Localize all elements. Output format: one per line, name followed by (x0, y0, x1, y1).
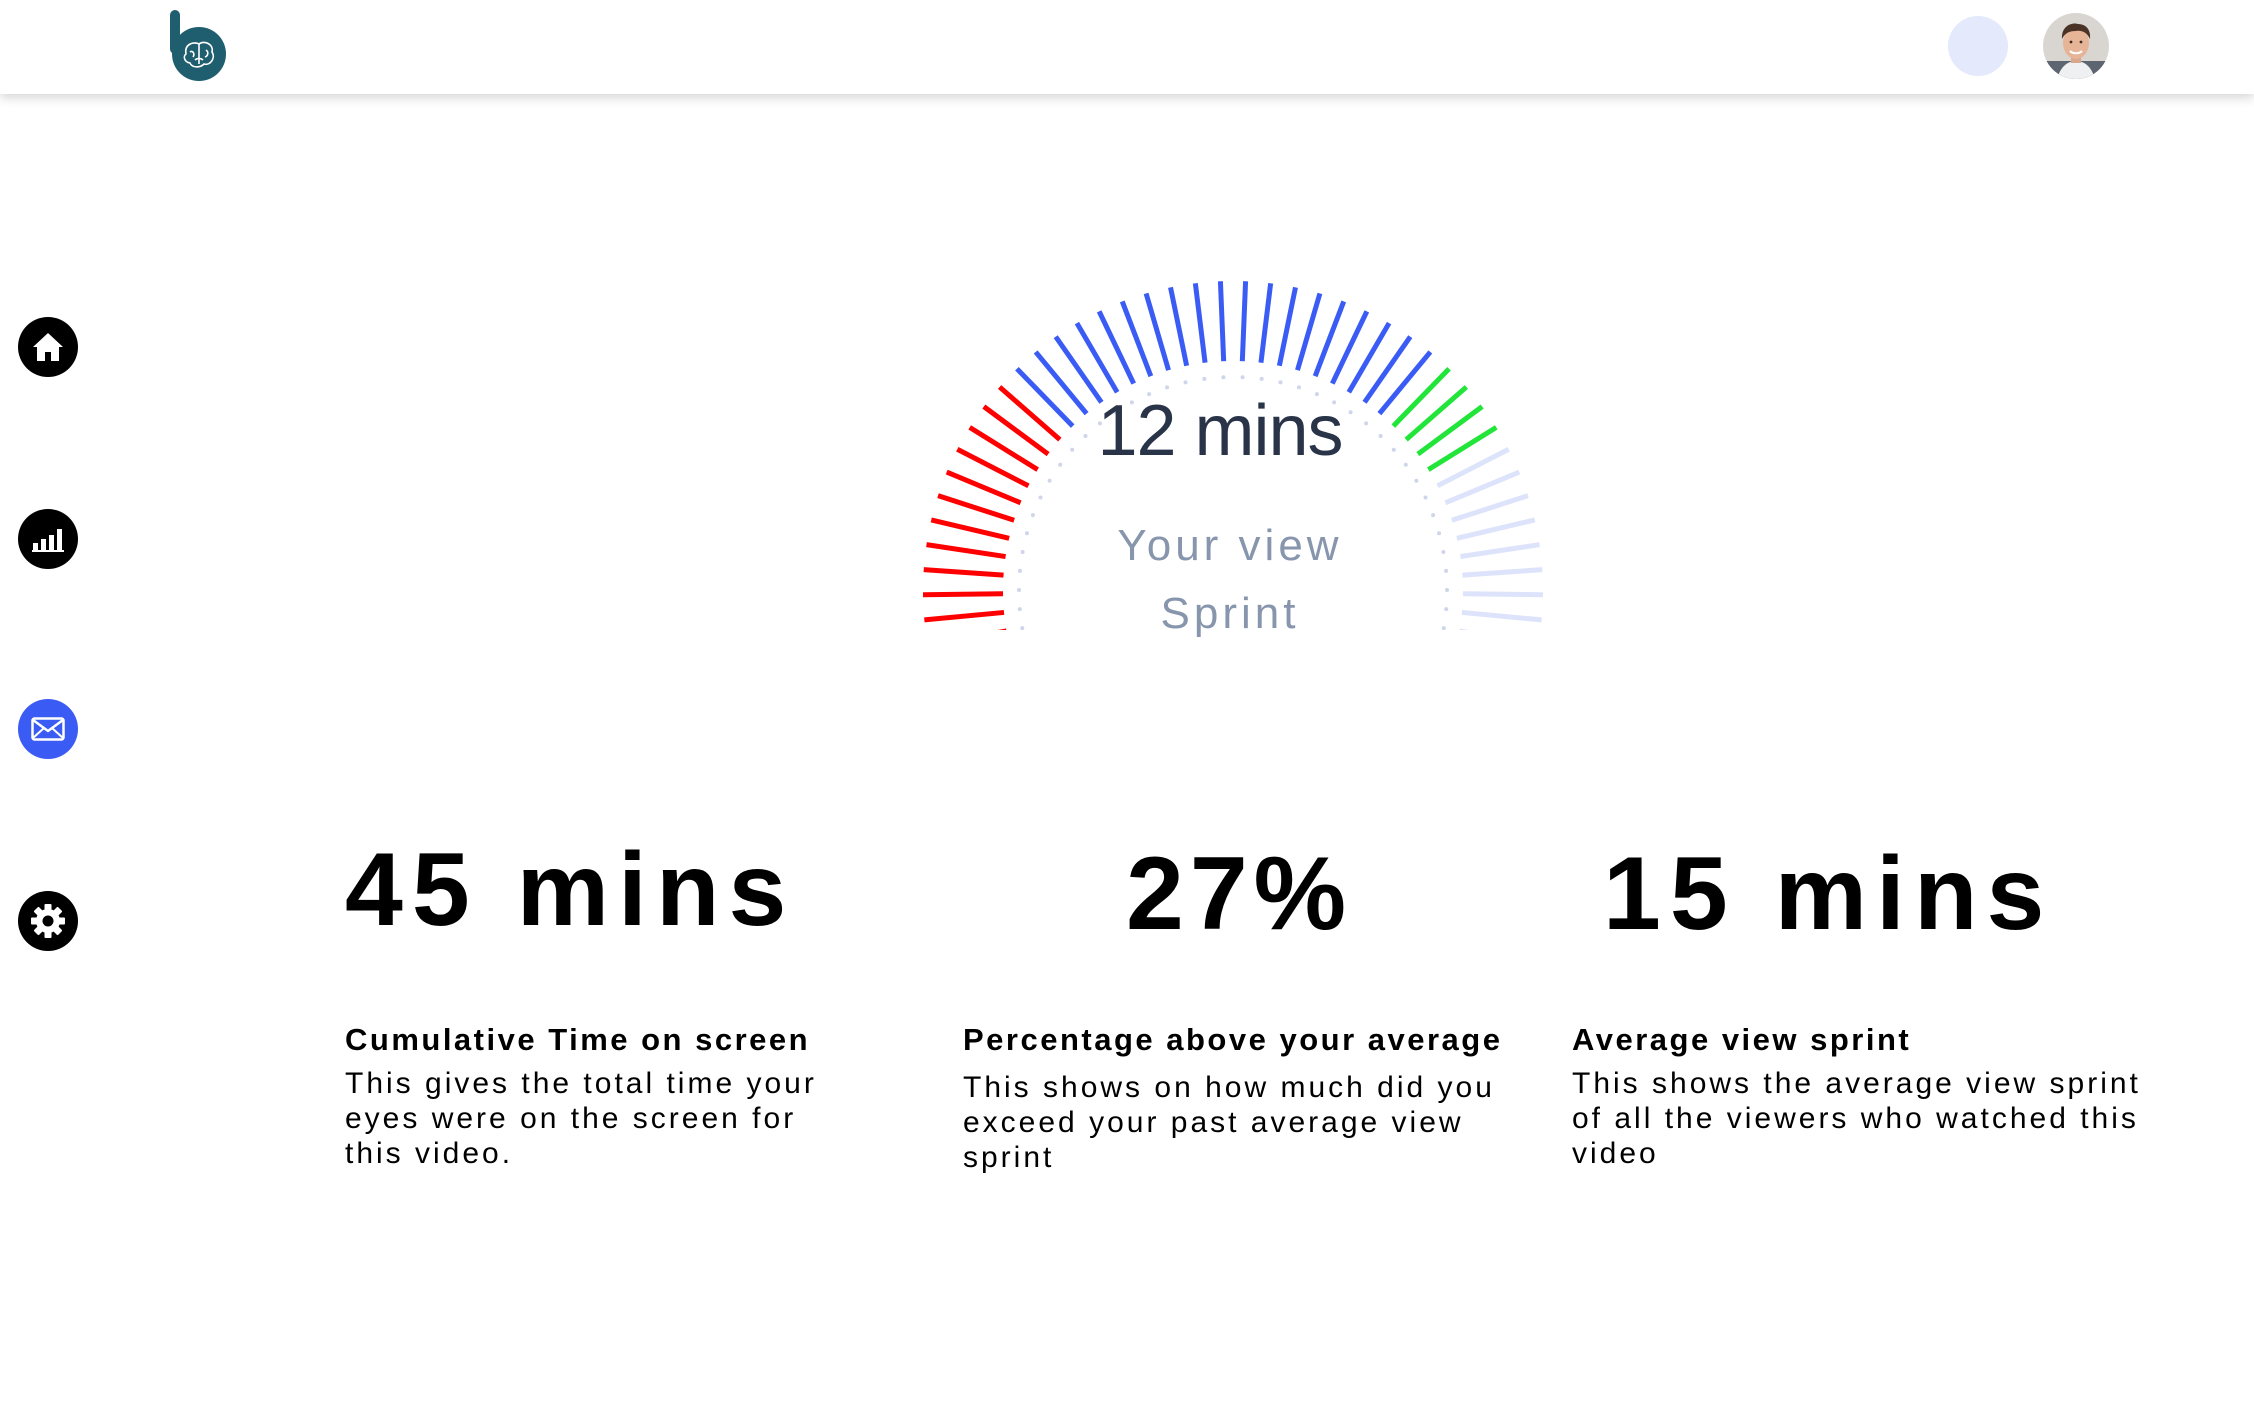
gauge-inner-dot (1030, 513, 1035, 518)
stat-description: This gives the total time your eyes were… (345, 1066, 817, 1171)
home-icon (33, 333, 63, 361)
gauge-tick (930, 517, 1010, 541)
stat-title: Average view sprint (1572, 1022, 1912, 1057)
gauge-label: Your view Sprint (1060, 512, 1400, 648)
gauge-inner-dot (1441, 549, 1446, 554)
gauge-inner-dot (1183, 380, 1188, 385)
gauge-inner-dot (1259, 376, 1264, 381)
gauge-inner-dot (1047, 478, 1052, 483)
gauge-inner-dot (1431, 513, 1436, 518)
stat-description-line: This shows the average view sprint (1572, 1067, 2141, 1100)
sidebar-item-home[interactable] (18, 317, 78, 377)
gauge-inner-dot (1221, 375, 1226, 380)
gauge-inner-dot (1278, 380, 1283, 385)
gauge-tick (1258, 282, 1274, 364)
gauge-inner-dot (1296, 385, 1301, 390)
gauge-tick (937, 493, 1015, 523)
gauge-inner-dot (1017, 588, 1022, 593)
stat-average-value-box: 15 mins (1603, 834, 2053, 954)
stat-value: 45 mins (345, 832, 796, 948)
gauge-inner-dot (1437, 531, 1442, 536)
stat-description-line: sprint (963, 1141, 1055, 1174)
stat-description-line: this video. (345, 1137, 514, 1170)
gauge-inner-dot (1240, 375, 1245, 380)
sidebar-item-settings[interactable] (18, 891, 78, 951)
gauge-tick (1239, 281, 1249, 362)
notification-bubble[interactable] (1948, 16, 2008, 76)
gauge-inner-dot (1017, 568, 1022, 573)
gauge-tick (1192, 282, 1208, 364)
gauge-label-line2: Sprint (1160, 589, 1300, 638)
stat-description-line: This shows on how much did you (963, 1071, 1495, 1104)
gauge-inner-dot (1444, 607, 1449, 612)
gauge-inner-dot (1020, 626, 1025, 630)
brain-logo-icon[interactable] (166, 8, 228, 84)
gauge-inner-dot (1038, 495, 1043, 500)
bar-chart-icon (32, 529, 64, 552)
gauge-inner-dot (1444, 568, 1449, 573)
stat-title: Percentage above your average (963, 1022, 1503, 1057)
stat-description: This shows on how much did you exceed yo… (963, 1070, 1495, 1175)
gauge-tick (1295, 292, 1323, 371)
gauge-tick (1460, 542, 1540, 560)
stat-description: This shows the average view sprint of al… (1572, 1066, 2141, 1171)
stat-description-line: video (1572, 1137, 1659, 1170)
stat-title: Cumulative Time on screen (345, 1022, 811, 1057)
gauge-inner-dot (1414, 478, 1419, 483)
sidebar-item-analytics[interactable] (18, 509, 78, 569)
gauge-tick (1462, 567, 1543, 578)
stat-cumulative-value-box: 45 mins (345, 830, 795, 950)
stat-description-line: exceed your past average view (963, 1106, 1464, 1139)
stat-value: 15 mins (1603, 836, 2054, 952)
gauge-tick (1143, 292, 1171, 371)
stat-percentage-value-box: 27% (1126, 834, 1352, 954)
top-bar (0, 0, 2254, 94)
gauge-inner-dot (1165, 385, 1170, 390)
gauge-inner-dot (1024, 531, 1029, 536)
gauge-tick (1461, 609, 1542, 623)
gauge-inner-dot (1441, 626, 1446, 630)
gauge-tick (1276, 286, 1298, 367)
gauge-tick (1168, 286, 1190, 367)
gauge-tick (926, 542, 1006, 560)
gauge-inner-dot (1020, 549, 1025, 554)
gauge-inner-dot (1423, 495, 1428, 500)
gauge-tick (922, 591, 1004, 598)
user-avatar[interactable] (2043, 13, 2109, 79)
gauge-label-line1: Your view (1117, 521, 1343, 570)
mail-icon (31, 717, 65, 741)
gear-icon (31, 904, 65, 938)
stat-description-line: of all the viewers who watched this (1572, 1102, 2139, 1135)
gauge-tick (924, 609, 1005, 623)
gauge-inner-dot (1017, 607, 1022, 612)
gauge-tick (1456, 517, 1536, 541)
gauge-tick (1217, 281, 1227, 362)
stat-description-line: This gives the total time your (345, 1067, 817, 1100)
stat-value: 27% (1126, 836, 1353, 952)
gauge-value: 12 mins (1097, 391, 1343, 471)
gauge-inner-dot (1202, 376, 1207, 381)
gauge-tick (923, 567, 1004, 578)
gauge-tick (1451, 493, 1529, 523)
stat-description-line: eyes were on the screen for (345, 1102, 797, 1135)
sidebar-item-messages[interactable] (18, 699, 78, 759)
gauge-inner-dot (1444, 588, 1449, 593)
gauge-tick (1462, 591, 1544, 598)
